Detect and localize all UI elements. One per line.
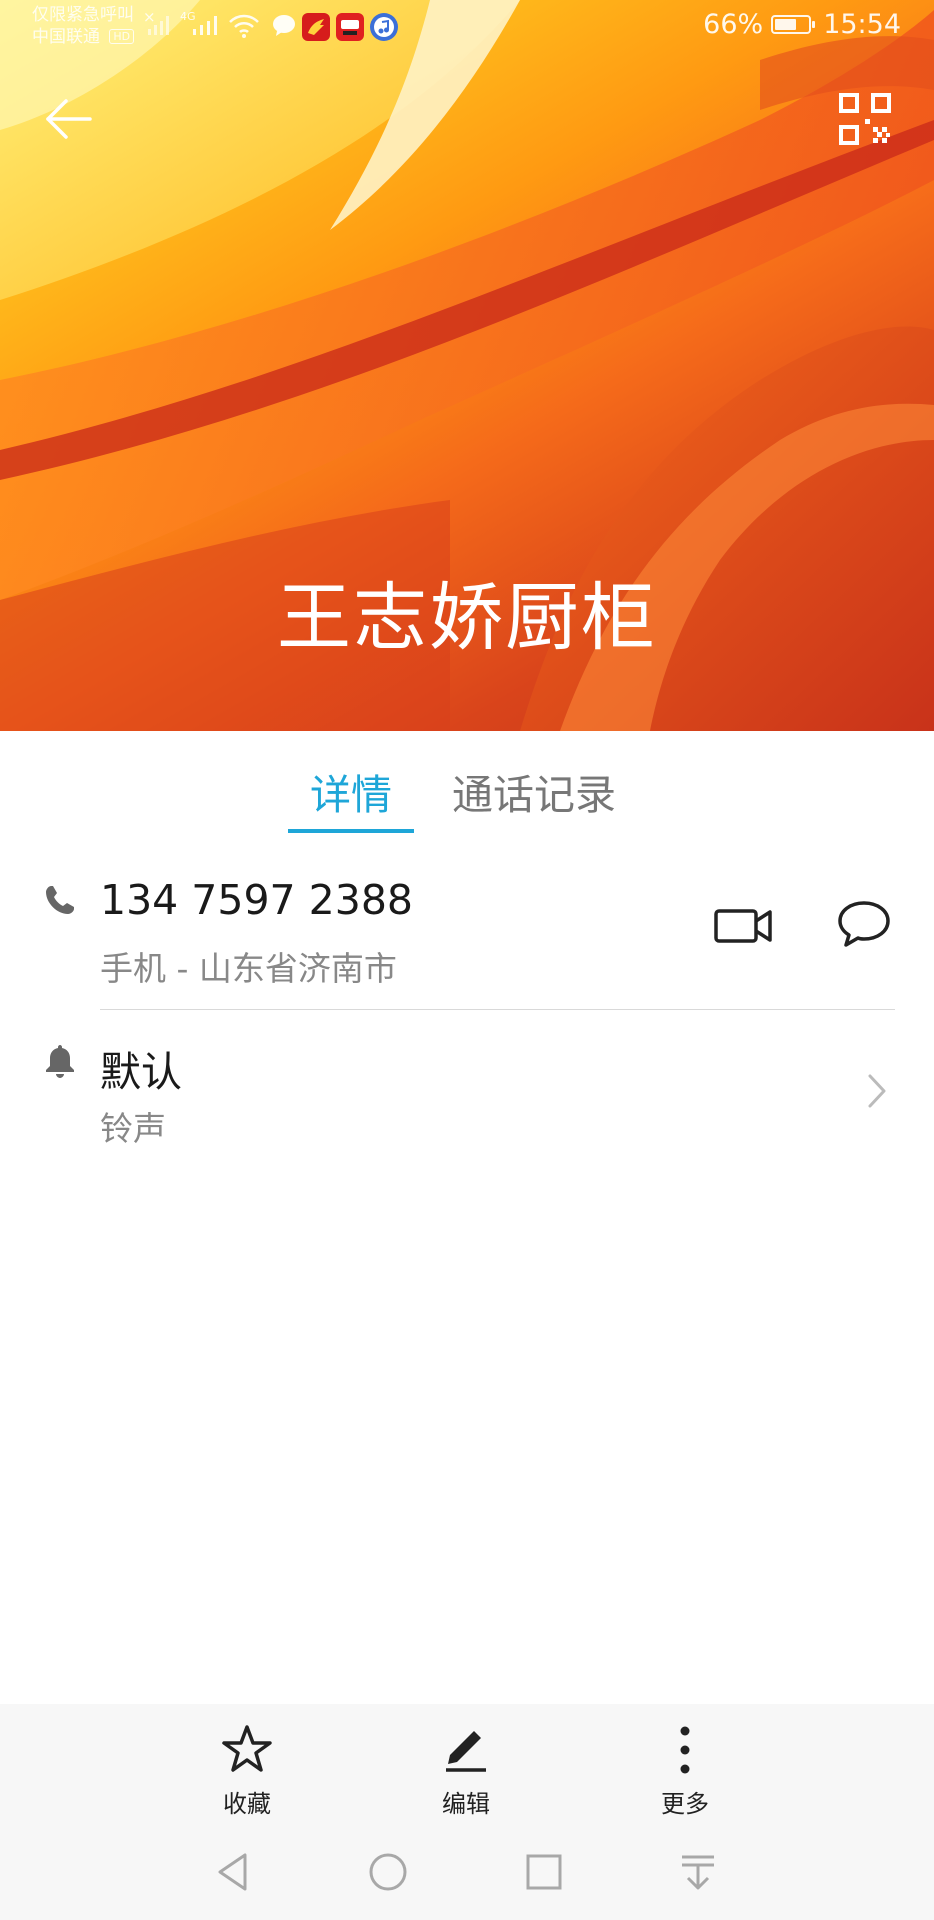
square-recents-icon [526,1854,562,1890]
notification-icons [272,13,398,41]
message-bubble-icon [838,901,890,947]
arrow-left-icon [46,99,92,139]
status-right: 66% 15:54 [703,9,901,40]
ringtone-row[interactable]: 默认 铃声 [0,1012,934,1162]
carrier-name: 中国联通 [32,27,100,47]
nav-back-button[interactable] [212,1850,256,1894]
row-divider [100,1009,895,1010]
contact-detail-screen: 仅限紧急呼叫 中国联通 HD × 4G 66% 15:54 王志娇厨柜 详情 通… [0,0,934,1920]
favorite-label: 收藏 [223,1790,271,1818]
qr-code-icon [839,93,891,145]
emergency-text: 仅限紧急呼叫 [32,5,134,25]
battery-icon [771,15,816,34]
favorite-button[interactable]: 收藏 [192,1722,302,1819]
clock: 15:54 [823,9,901,40]
status-bar: 仅限紧急呼叫 中国联通 HD × 4G 66% 15:54 [0,0,934,56]
battery-percent: 66% [703,9,764,40]
shopping-app-icon [336,13,364,41]
news-app-icon [302,13,330,41]
phone-row: 134 7597 2388 手机 - 山东省济南市 [0,860,934,1010]
chevron-right-icon [868,1074,886,1108]
nav-home-button[interactable] [366,1850,410,1894]
wifi-icon [229,14,259,38]
more-vertical-icon [680,1726,690,1774]
contact-header: 仅限紧急呼叫 中国联通 HD × 4G 66% 15:54 王志娇厨柜 [0,0,934,731]
contact-name: 王志娇厨柜 [277,575,657,661]
triangle-back-icon [218,1853,247,1891]
nav-notification-button[interactable] [676,1850,720,1894]
video-camera-icon [714,909,772,943]
video-call-button[interactable] [712,898,776,954]
chat-bubble-icon [272,13,296,41]
ringtone-value: 默认 [100,1048,182,1096]
nav-recents-button[interactable] [522,1850,566,1894]
phone-icon [46,886,74,914]
tab-call-log[interactable]: 通话记录 [452,761,616,821]
music-app-icon [370,13,398,41]
hd-badge: HD [109,29,135,44]
pull-down-icon [682,1855,714,1890]
carrier-info: 仅限紧急呼叫 中国联通 HD [32,4,135,48]
pencil-icon [446,1731,486,1772]
phone-number[interactable]: 134 7597 2388 [100,876,413,924]
battery-fill [775,19,797,30]
tab-details[interactable]: 详情 [288,761,414,821]
edit-button[interactable]: 编辑 [411,1722,521,1819]
edit-label: 编辑 [442,1790,490,1818]
more-button[interactable]: 更多 [630,1722,740,1819]
phone-type-location: 手机 - 山东省济南市 [100,949,397,988]
star-icon [222,1725,272,1772]
ringtone-label: 铃声 [100,1109,166,1148]
back-button[interactable] [36,86,102,152]
active-tab-indicator [288,829,414,833]
more-label: 更多 [661,1790,709,1818]
qr-code-button[interactable] [832,86,898,152]
circle-home-icon [369,1853,407,1891]
send-message-button[interactable] [834,894,894,954]
tab-bar: 详情 通话记录 [0,731,934,835]
signal-bars-icon-2 [193,16,217,35]
bell-icon [46,1045,74,1078]
signal-bars-icon [148,16,169,35]
bottom-action-bar: 收藏 编辑 更多 [0,1704,934,1820]
system-navigation-bar [0,1820,934,1920]
